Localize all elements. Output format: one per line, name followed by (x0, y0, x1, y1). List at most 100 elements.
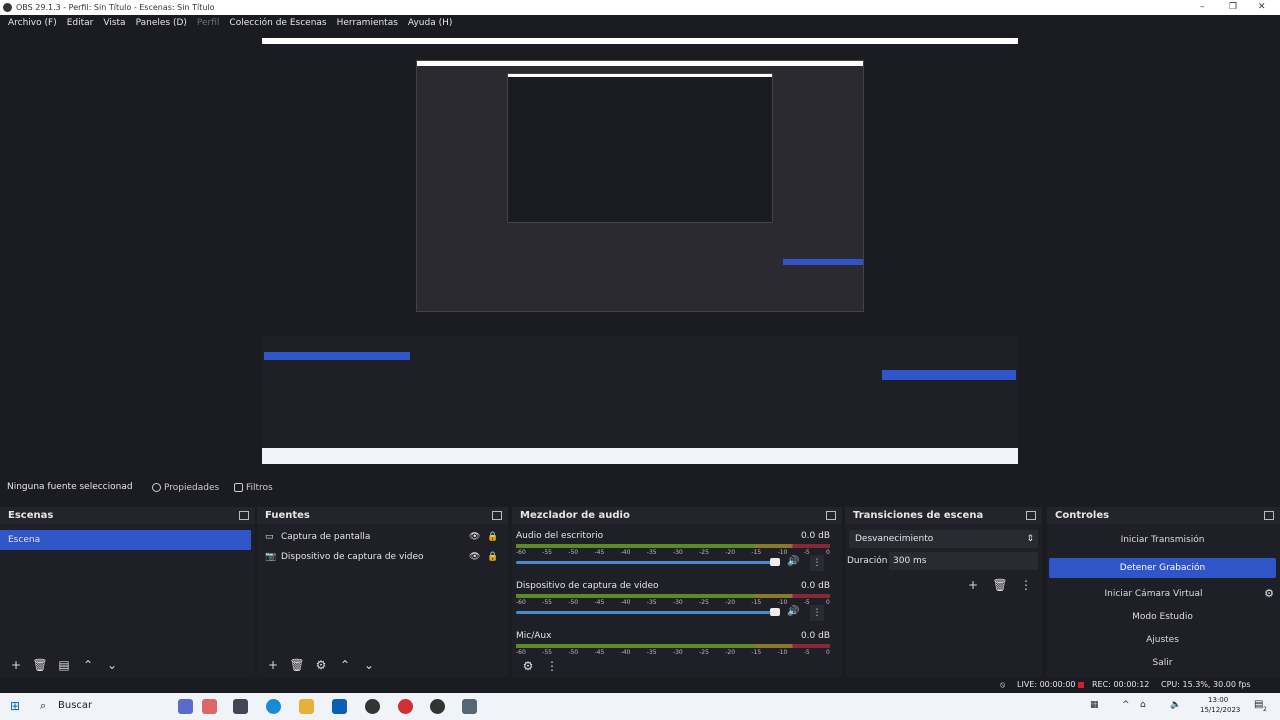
menu-perfil[interactable]: Perfil (192, 15, 225, 32)
menu-vista[interactable]: Vista (98, 15, 130, 32)
settings-button[interactable]: Ajustes (1049, 630, 1276, 650)
properties-button[interactable]: Propiedades (150, 480, 219, 496)
speaker-icon[interactable]: 🔈 (1170, 700, 1181, 710)
meter-tick: -60 (516, 549, 526, 556)
advanced-audio-button[interactable]: ⚙ (518, 657, 538, 675)
close-button[interactable]: ✕ (1258, 0, 1266, 15)
remove-source-button[interactable]: 🗑 (287, 656, 307, 674)
camera-app-icon[interactable] (462, 699, 477, 714)
obs-icon[interactable] (430, 699, 445, 714)
transition-select[interactable]: Desvanecimiento ⇕ (849, 530, 1038, 548)
filters-button[interactable]: Filtros (232, 480, 273, 496)
channel-name: Audio del escritorio (516, 531, 604, 541)
move-down-button[interactable]: ⌄ (359, 656, 379, 674)
controls-header: Controles (1047, 507, 1280, 524)
studio-mode-button[interactable]: Modo Estudio (1049, 607, 1276, 627)
duration-value: 300 ms (893, 556, 927, 566)
volume-slider-handle[interactable] (770, 558, 780, 566)
move-up-button[interactable]: ⌃ (335, 656, 355, 674)
start-icon[interactable]: ⊞ (10, 699, 20, 713)
duration-label: Duración (847, 556, 888, 566)
undock-icon[interactable] (1264, 511, 1274, 520)
app-icon[interactable] (202, 699, 217, 714)
exit-button[interactable]: Salir (1049, 653, 1276, 673)
stream-off-icon: ⦸ (1000, 680, 1006, 689)
scenes-title: Escenas (8, 510, 54, 521)
volume-slider-handle[interactable] (770, 608, 780, 616)
add-transition-button[interactable]: + (963, 576, 983, 594)
undock-icon[interactable] (492, 511, 502, 520)
task-view-icon[interactable] (233, 699, 248, 714)
menu-archivo[interactable]: Archivo (F) (3, 15, 62, 32)
keyboard-icon[interactable]: ▦ (1090, 700, 1099, 710)
meter-tick: -30 (672, 549, 683, 556)
speaker-icon[interactable]: 🔊 (787, 556, 799, 567)
source-item[interactable]: 📷 Dispositivo de captura de video 👁 🔒 (257, 547, 508, 567)
undock-icon[interactable] (1026, 511, 1036, 520)
meter-tick: -40 (620, 599, 631, 606)
search-icon: ⌕ (40, 699, 47, 712)
meter-tick: 0 (826, 549, 830, 556)
minimize-button[interactable]: – (1200, 0, 1205, 15)
source-properties-button[interactable]: ⚙ (311, 656, 331, 674)
chevron-up-icon[interactable]: ^ (1122, 700, 1130, 710)
menu-herramientas[interactable]: Herramientas (332, 15, 403, 32)
speaker-icon[interactable]: 🔊 (787, 606, 799, 617)
network-icon[interactable]: ⌂ (1140, 700, 1146, 710)
maximize-button[interactable]: ❐ (1229, 0, 1237, 15)
eye-icon[interactable]: 👁 (469, 527, 480, 547)
mail-icon[interactable] (332, 699, 347, 714)
preview-canvas[interactable] (262, 38, 1018, 464)
edge-icon[interactable] (266, 699, 281, 714)
windows-taskbar: ⊞ ⌕ Buscar ▦ ^ ⌂ 🔈 13:00 15/12/2023 ▤ 2 (0, 693, 1280, 720)
menu-paneles[interactable]: Paneles (D) (131, 15, 192, 32)
stop-recording-button[interactable]: Detener Grabación (1049, 558, 1276, 578)
virtual-camera-settings-icon[interactable]: ⚙ (1264, 587, 1274, 600)
start-virtual-camera-button[interactable]: Iniciar Cámara Virtual (1049, 584, 1258, 604)
app-icon[interactable] (398, 699, 413, 714)
remove-transition-button[interactable]: 🗑 (990, 576, 1010, 594)
meter-tick: -5 (803, 599, 810, 606)
undock-icon[interactable] (239, 511, 249, 520)
file-explorer-icon[interactable] (299, 699, 314, 714)
source-toolbar: Ninguna fuente seleccionad Propiedades F… (0, 478, 1280, 498)
undock-icon[interactable] (826, 511, 836, 520)
clock-time[interactable]: 13:00 (1208, 696, 1228, 704)
channel-menu-button[interactable]: ⋮ (810, 555, 824, 571)
scenes-dock: Escenas Escena + 🗑 ▤ ⌃ ⌄ (0, 507, 255, 677)
preview-recursive-capture (262, 38, 1018, 464)
volume-meter (516, 594, 830, 598)
rec-timer: REC: 00:00:12 (1092, 680, 1150, 689)
scene-item[interactable]: Escena (0, 530, 251, 550)
volume-slider[interactable] (516, 561, 778, 564)
channel-menu-button[interactable]: ⋮ (810, 605, 824, 621)
meter-tick: -10 (777, 599, 788, 606)
menu-ayuda[interactable]: Ayuda (H) (403, 15, 457, 32)
eye-icon[interactable]: 👁 (469, 547, 480, 567)
meter-ticks: -60 -55 -50 -45 -40 -35 -30 -25 -20 -15 -10 -5 0 (516, 599, 830, 606)
transition-menu-button[interactable]: ⋮ (1016, 576, 1036, 594)
lock-icon[interactable]: 🔒 (487, 547, 498, 567)
add-source-button[interactable]: + (263, 656, 283, 674)
source-item[interactable]: ▭ Captura de pantalla 👁 🔒 (257, 527, 508, 547)
lock-icon[interactable]: 🔒 (487, 527, 498, 547)
menu-coleccion-escenas[interactable]: Colección de Escenas (224, 15, 331, 32)
add-scene-button[interactable]: + (6, 656, 26, 674)
obs-icon[interactable] (365, 699, 380, 714)
widgets-icon[interactable] (178, 699, 193, 714)
meter-ticks: -60 -55 -50 -45 -40 -35 -30 -25 -20 -15 -10 -5 0 (516, 549, 830, 556)
volume-slider[interactable] (516, 611, 778, 614)
duration-input[interactable]: 300 ms (889, 552, 1038, 570)
start-streaming-button[interactable]: Iniciar Transmisión (1049, 530, 1276, 550)
mixer-menu-button[interactable]: ⋮ (542, 657, 562, 675)
mixer-title: Mezclador de audio (520, 510, 630, 521)
taskbar-search[interactable]: Buscar (58, 700, 92, 711)
scene-filters-button[interactable]: ▤ (54, 656, 74, 674)
move-up-button[interactable]: ⌃ (78, 656, 98, 674)
remove-scene-button[interactable]: 🗑 (30, 656, 50, 674)
menu-editar[interactable]: Editar (62, 15, 99, 32)
volume-meter (516, 544, 830, 548)
meter-tick: -50 (568, 549, 579, 556)
move-down-button[interactable]: ⌄ (102, 656, 122, 674)
clock-date[interactable]: 15/12/2023 (1200, 706, 1240, 714)
